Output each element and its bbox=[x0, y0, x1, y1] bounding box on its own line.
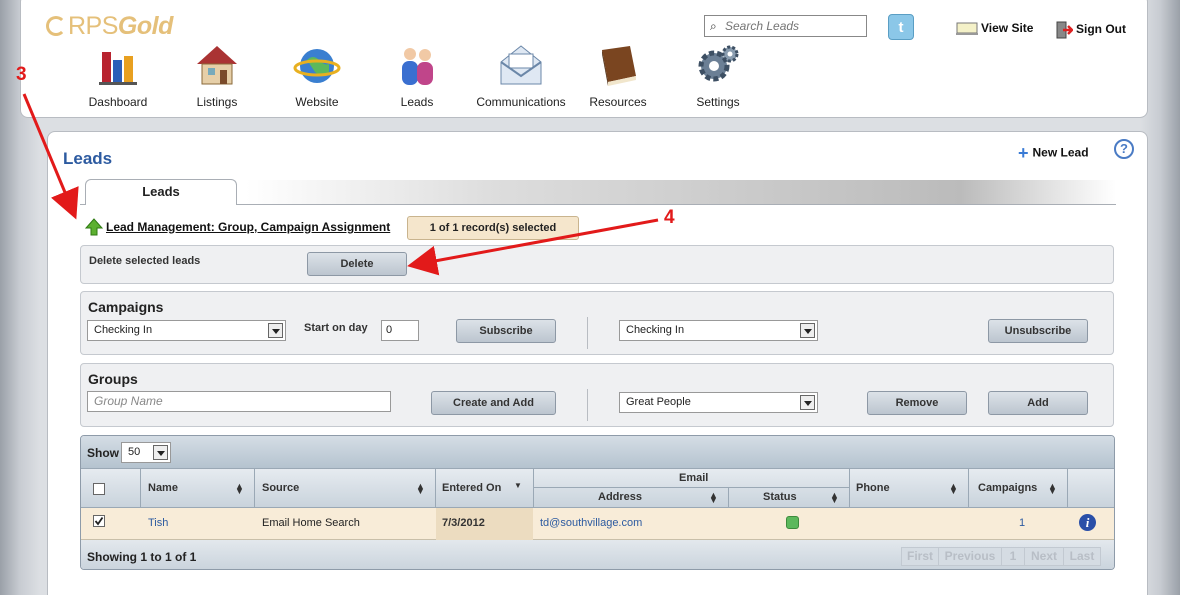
annotation-arrow-3 bbox=[22, 93, 79, 220]
annotation-arrows bbox=[22, 93, 659, 276]
annotation-arrow-4 bbox=[407, 218, 659, 276]
